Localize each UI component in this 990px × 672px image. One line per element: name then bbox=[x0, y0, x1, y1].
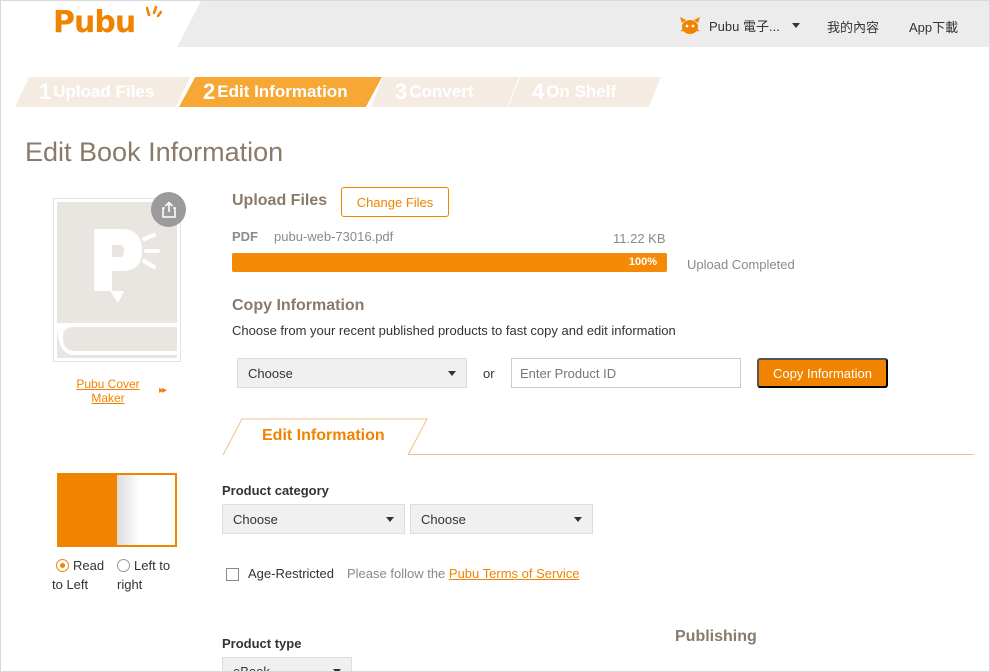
or-label: or bbox=[483, 366, 495, 381]
page-title: Edit Book Information bbox=[25, 137, 284, 167]
chevron-down-icon bbox=[791, 22, 800, 28]
progress-fill bbox=[232, 253, 667, 272]
product-type-select[interactable]: eBook bbox=[222, 657, 352, 671]
share-button[interactable] bbox=[151, 192, 186, 227]
product-type-label: Product type bbox=[222, 636, 302, 651]
upload-files-title: Upload Files bbox=[232, 192, 328, 209]
publishing-title: Publishing bbox=[675, 628, 757, 645]
product-category-label: Product category bbox=[222, 483, 329, 498]
file-size: 11.22 KB bbox=[613, 231, 666, 246]
avatar-icon bbox=[680, 17, 700, 34]
step-upload-files: 1 Upload Files bbox=[15, 77, 190, 107]
progress-percent: 100% bbox=[628, 256, 657, 268]
radio-left-to-right[interactable]: Left to right bbox=[117, 556, 183, 594]
product-category-select-1[interactable]: Choose bbox=[222, 504, 405, 534]
radio-read-to-left[interactable]: Read to Left bbox=[52, 556, 114, 594]
recent-product-select[interactable]: Choose bbox=[237, 358, 467, 388]
terms-note: Please follow the Pubu Terms of Service bbox=[347, 566, 580, 581]
direction-page bbox=[117, 475, 175, 545]
logo-spark-icon bbox=[146, 6, 162, 18]
cover-maker-link[interactable]: Pubu Cover Maker bbox=[65, 377, 151, 405]
radio-unchecked-icon[interactable] bbox=[117, 559, 130, 572]
nav-app-download[interactable]: App下載 bbox=[909, 17, 958, 36]
step-indicator: 1 Upload Files 2 Edit Information 3 Convert… bbox=[15, 77, 675, 107]
copy-description: Choose from your recent published produc… bbox=[232, 323, 676, 338]
copy-information-button[interactable]: Copy Information bbox=[757, 358, 888, 388]
age-restricted-checkbox[interactable] bbox=[226, 568, 239, 581]
step-edit-information: 2 Edit Information bbox=[179, 77, 382, 107]
step-on-shelf: 4 On Shelf bbox=[508, 77, 661, 107]
chevron-down-icon bbox=[448, 371, 456, 376]
page: Pubu Pubu 電子... 我的內容 App下載 1 Upload Files bbox=[0, 0, 990, 672]
user-name: Pubu 電子... bbox=[709, 18, 780, 34]
chevron-down-icon bbox=[574, 517, 582, 522]
product-category-select-2[interactable]: Choose bbox=[410, 504, 593, 534]
file-name: pubu-web-73016.pdf bbox=[274, 229, 394, 244]
double-arrow-icon[interactable]: ▸▸ bbox=[159, 385, 167, 396]
upload-progress-bar: 100% bbox=[232, 253, 667, 272]
step-convert: 3 Convert bbox=[371, 77, 519, 107]
product-id-input[interactable] bbox=[511, 358, 741, 388]
user-menu[interactable]: Pubu 電子... bbox=[679, 15, 800, 35]
change-files-button[interactable]: Change Files bbox=[341, 187, 449, 217]
nav-my-content[interactable]: 我的內容 bbox=[827, 17, 879, 36]
pubu-logo[interactable]: Pubu bbox=[53, 5, 136, 40]
share-icon bbox=[161, 200, 176, 218]
tab-edit-information-label[interactable]: Edit Information bbox=[262, 427, 385, 445]
reading-direction-preview bbox=[57, 473, 177, 547]
chevron-down-icon bbox=[386, 517, 394, 522]
copy-information-title: Copy Information bbox=[232, 297, 365, 314]
radio-checked-icon[interactable] bbox=[56, 559, 69, 572]
terms-of-service-link[interactable]: Pubu Terms of Service bbox=[449, 566, 580, 581]
upload-status: Upload Completed bbox=[687, 257, 795, 272]
direction-left-half bbox=[59, 475, 117, 545]
top-bar: Pubu Pubu 電子... 我的內容 App下載 bbox=[1, 1, 989, 47]
file-type: PDF bbox=[232, 229, 258, 244]
age-restricted-label: Age-Restricted bbox=[248, 566, 334, 581]
